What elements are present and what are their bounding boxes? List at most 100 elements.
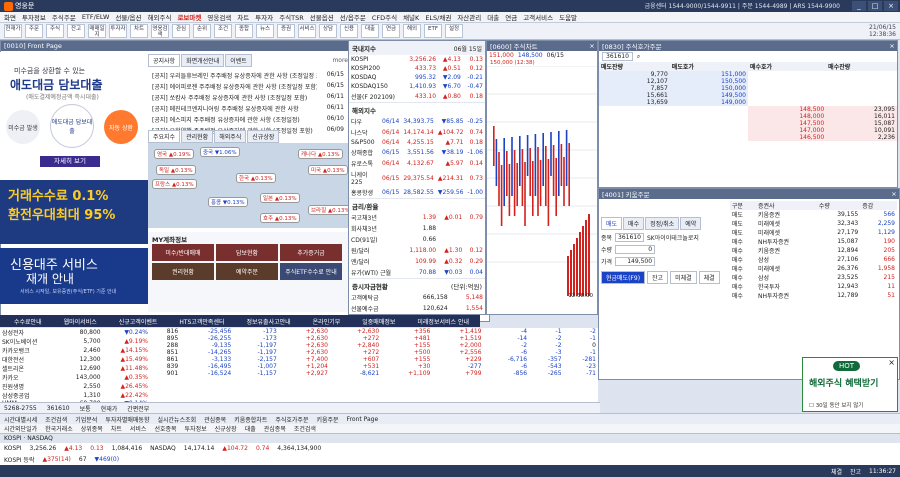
watchlist-row[interactable]: 카카오뱅크 2,460 ▲14.15% [0, 346, 150, 355]
my-account-button[interactable]: 담보현황 [216, 244, 278, 261]
menu-item[interactable]: 연금 [505, 12, 517, 22]
notice-item[interactable]: [공지] 쏘캄사 주주배정 유상증자에 관한 사항 (조정일정 포함) 06/11 [148, 92, 348, 103]
minimize-button[interactable]: _ [852, 1, 866, 11]
bid-row[interactable]: 146,500 2,236 [599, 134, 897, 141]
toolbar-button[interactable]: 차트 [130, 24, 148, 38]
broker-row[interactable]: 매도 미래에셋 32,343 2,259 [730, 219, 897, 228]
overseas-stock-ad[interactable]: × HOT 해외주식 혜택받기 ☐ 30일 동안 보지 않기 [802, 357, 898, 412]
menu-item[interactable]: 로보마켓 [177, 12, 201, 22]
world-tab[interactable]: 해외주식 [214, 130, 247, 143]
bid-row[interactable]: 148,500 23,095 [599, 106, 897, 113]
order-tab[interactable]: 예약 [680, 217, 702, 230]
loan-detail-button[interactable]: 자세히 보기 [40, 156, 100, 167]
toolbar-button[interactable]: 종합 [235, 24, 253, 38]
map-bubble-3[interactable]: 중국 ▼1.06% [200, 147, 240, 157]
watchlist-row[interactable]: SK이노베이션 5,700 ▲9.19% [0, 337, 150, 346]
banner-link[interactable]: 온라인기부 [313, 317, 341, 326]
broker-row[interactable]: 매수 미래에셋 26,376 1,958 [730, 264, 897, 273]
watchlist-row[interactable]: 대한전선 12,300 ▲15.49% [0, 355, 150, 364]
domestic-index-row[interactable]: KOSPI 3,256.26 ▲4.13 0.13 [349, 55, 485, 64]
watchlist-row[interactable]: 삼성중공업 1,310 ▲22.42% [0, 391, 150, 400]
overseas-index-row[interactable]: 홍콩항생 06/15 28,582.55 ▼259.56 -1.00 [349, 187, 485, 198]
domestic-index-row[interactable]: KOSDAQ150 1,410.93 ▼6.70 -0.47 [349, 82, 485, 91]
order-tab[interactable]: 매수 [623, 217, 645, 230]
broker-row[interactable]: 매수 삼성 23,525 215 [730, 273, 897, 282]
taskbar-window[interactable]: 실시간뉴스조회 [157, 415, 196, 424]
notice-tab[interactable]: 화면개선안내 [181, 54, 225, 67]
bid-row[interactable]: 147,500 15,087 [599, 120, 897, 127]
toolbar-button[interactable]: 신용 [340, 24, 358, 38]
my-account-button[interactable]: 주식ETF수수료 안내 [280, 263, 342, 280]
overseas-index-row[interactable]: 니케이225 06/15 29,375.54 ▲214.31 0.73 [349, 169, 485, 187]
qty-input[interactable]: 0 [615, 245, 656, 254]
map-bubble-0[interactable]: 영국 ▲0.19% [154, 149, 194, 159]
notice-tab[interactable]: 공지사항 [148, 54, 181, 67]
broker-row[interactable]: 매수 한국투자 12,943 11 [730, 282, 897, 291]
toolbar-button[interactable]: 대출 [361, 24, 379, 38]
menu-item[interactable]: ETF/ELW [82, 13, 110, 21]
toolbar-button[interactable]: 잔고 [67, 24, 85, 38]
taskbar-window[interactable]: 키움주문 [316, 415, 338, 424]
bid-row[interactable]: 147,000 10,091 [599, 127, 897, 134]
banner-link[interactable]: 정보유출사고안내 [246, 317, 290, 326]
hide-30days-checkbox[interactable]: ☐ 30일 동안 보지 않기 [809, 401, 863, 409]
menu-item[interactable]: 해외주식 [148, 12, 172, 22]
my-account-button[interactable]: 추가증거금 [280, 244, 342, 261]
notice-more-link[interactable]: more [332, 57, 348, 64]
menu-item[interactable]: 투자정보 [22, 12, 46, 22]
menu-item[interactable]: 고객서비스 [523, 12, 553, 22]
toolbar-button[interactable]: 주식 [46, 24, 64, 38]
banner-link[interactable]: 수수료안내 [14, 317, 42, 326]
domestic-index-row[interactable]: KOSDAQ 995.32 ▼2.09 -0.21 [349, 73, 485, 82]
search-icon[interactable]: ⌕ [637, 53, 640, 61]
fund-row[interactable]: 선물예수금 120,624 1,554 [349, 303, 485, 314]
order-tab[interactable]: 정정/취소 [645, 217, 680, 230]
banner-link[interactable]: 일중매매정보 [362, 317, 395, 326]
my-account-button[interactable]: 권리현황 [152, 263, 214, 280]
domestic-index-row[interactable]: KOSPI200 433.73 ▲0.51 0.12 [349, 64, 485, 73]
order-action-button[interactable]: 체결 [698, 271, 720, 284]
my-account-button[interactable]: 예약주문 [216, 263, 278, 280]
toolbar-button[interactable]: 상담 [319, 24, 337, 38]
close-button[interactable]: × [884, 1, 898, 11]
menu-item[interactable]: 선물/옵션 [115, 12, 141, 22]
bid-row[interactable]: 148,000 16,011 [599, 113, 897, 120]
overseas-index-row[interactable]: 나스닥 06/14 14,174.14 ▲104.72 0.74 [349, 127, 485, 138]
menu-item[interactable]: 자산관리 [457, 12, 481, 22]
toolbar-button[interactable]: 설정 [445, 24, 463, 38]
notice-tab[interactable]: 이벤트 [225, 54, 252, 67]
order-tab[interactable]: 매도 [601, 217, 623, 230]
taskbar-window[interactable]: 조건검색 [45, 415, 67, 424]
banner-link[interactable]: HTS고객만족센터 [179, 317, 224, 326]
toolbar-button[interactable]: 서비스 [298, 24, 316, 38]
rate-row[interactable]: 회사채3년 1.88 [349, 223, 485, 234]
menu-item[interactable]: ELS/채권 [425, 12, 451, 22]
quick-menu-item[interactable]: 한국거래소 [45, 424, 73, 433]
quick-menu-item[interactable]: 시간외단일가 [4, 424, 37, 433]
menu-item[interactable]: 주식TSR [279, 12, 304, 22]
world-tab[interactable]: 신규상장 [247, 130, 280, 143]
overseas-index-row[interactable]: 다우 06/14 34,393.75 ▼85.85 -0.25 [349, 116, 485, 127]
investor-row[interactable]: 895 -26,255 -173 +2,630 +272 +481 +1,519 -14 -2 -… [150, 335, 598, 342]
menu-item[interactable]: 선/옵주문 [340, 12, 366, 22]
watchlist-row[interactable]: 진원생명 2,550 ▲26.45% [0, 382, 150, 391]
quick-menu-item[interactable]: 조건검색 [294, 424, 316, 433]
toolbar-button[interactable]: 관심 [172, 24, 190, 38]
investor-row[interactable]: 839 -16,495 -1,007 +1,204 +531 +30 -277 -6 -543 -… [150, 363, 598, 370]
menu-item[interactable]: 도움말 [559, 12, 577, 22]
short-sell-ad-banner[interactable]: 신용대주 서비스 재개 안내 서비스 시작일, 보유증권(주식/ETF) 기준 … [0, 248, 148, 304]
toolbar-button[interactable]: 매매일지 [88, 24, 106, 38]
notice-item[interactable]: [공지] 에이피로젠 주주배정 유상증자에 관한 사항 (조정일정 포함) 06/… [148, 81, 348, 92]
taskbar-window[interactable]: 기업분석 [75, 415, 97, 424]
close-icon[interactable]: × [889, 190, 899, 198]
ask-row[interactable]: 15,661 149,500 [599, 92, 897, 99]
overseas-index-row[interactable]: S&P500 06/14 4,255.15 ▲7.71 0.18 [349, 138, 485, 147]
bottom-auto[interactable]: 현재가 [101, 404, 118, 413]
broker-row[interactable]: 매도 키움증권 39,155 566 [730, 210, 897, 219]
watchlist-row[interactable]: 삼성전자 80,800 ▼0.24% [0, 328, 150, 337]
broker-row[interactable]: 매도 미래에셋 27,179 1,129 [730, 228, 897, 237]
map-bubble-2[interactable]: 프랑스 ▲0.13% [152, 179, 197, 189]
toolbar-button[interactable]: 연금 [382, 24, 400, 38]
quick-menu-item[interactable]: 대출 [245, 424, 256, 433]
toolbar-button[interactable]: 뉴스 [256, 24, 274, 38]
